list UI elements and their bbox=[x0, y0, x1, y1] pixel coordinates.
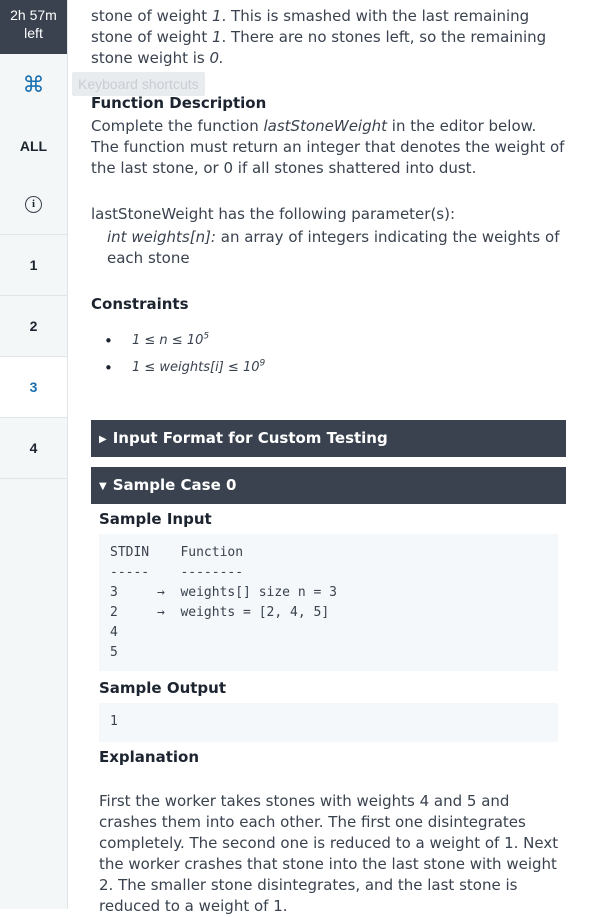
question-4-button[interactable]: 4 bbox=[0, 418, 67, 479]
keyboard-shortcuts-button[interactable]: ⌘ bbox=[0, 54, 67, 115]
question-3-button[interactable]: 3 bbox=[0, 357, 67, 418]
sample-input-heading: Sample Input bbox=[99, 510, 212, 528]
question-4-label: 4 bbox=[29, 440, 38, 456]
intro-value-3: 0 bbox=[209, 49, 220, 67]
sample-output-block: 1 bbox=[99, 703, 558, 742]
all-questions-label: ALL bbox=[19, 137, 48, 154]
constraint-2-exponent: 9 bbox=[259, 359, 266, 369]
question-navigation-rail: 2h 57m left ⌘ ALL i 1 2 3 4 bbox=[0, 0, 68, 909]
sample-case-label: Sample Case 0 bbox=[112, 476, 237, 494]
parameters-intro: lastStoneWeight has the following parame… bbox=[91, 205, 456, 223]
constraints-heading: Constraints bbox=[91, 295, 189, 313]
constraint-item: 1 ≤ weights[i] ≤ 109 bbox=[104, 359, 266, 377]
function-description: Complete the function lastStoneWeight in… bbox=[91, 116, 566, 179]
input-format-accordion[interactable]: ▶ Input Format for Custom Testing bbox=[91, 420, 566, 457]
all-questions-button[interactable]: ALL bbox=[0, 115, 67, 176]
code-line: 3 → weights[] size n = 3 bbox=[110, 585, 337, 600]
constraint-item: 1 ≤ n ≤ 105 bbox=[104, 332, 210, 350]
sample-input-block: STDIN Function ----- -------- 3 → weight… bbox=[99, 534, 558, 671]
question-2-label: 2 bbox=[29, 318, 38, 334]
intro-text-1: stone of weight bbox=[91, 7, 212, 25]
command-key-icon: ⌘ bbox=[22, 71, 45, 97]
code-line: 1 bbox=[110, 714, 118, 729]
intro-value-1: 1 bbox=[211, 7, 222, 25]
time-remaining: 2h 57m left bbox=[0, 0, 67, 54]
parameter-item: int weights[n]: an array of integers ind… bbox=[91, 227, 566, 269]
constraint-1-text: 1 ≤ n ≤ 10 bbox=[132, 333, 204, 349]
info-button[interactable]: i bbox=[0, 174, 67, 235]
problem-intro: stone of weight 1. This is smashed with … bbox=[91, 6, 566, 69]
code-line: STDIN Function bbox=[110, 545, 244, 560]
constraint-2-text: 1 ≤ weights[i] ≤ 10 bbox=[132, 360, 260, 376]
function-description-heading: Function Description bbox=[91, 94, 267, 112]
question-3-label: 3 bbox=[29, 379, 38, 395]
time-remaining-suffix: left bbox=[24, 25, 43, 41]
time-remaining-value: 2h 57m bbox=[10, 7, 57, 23]
parameter-name: int weights[n]: bbox=[107, 228, 216, 246]
intro-value-2: 1 bbox=[211, 28, 222, 46]
question-1-label: 1 bbox=[29, 257, 38, 273]
code-line: 2 → weights = [2, 4, 5] bbox=[110, 605, 330, 620]
sample-case-0-accordion[interactable]: ▼ Sample Case 0 bbox=[91, 467, 566, 504]
code-line: 5 bbox=[110, 645, 118, 660]
caret-right-icon: ▶ bbox=[99, 434, 107, 445]
intro-text-2: weight bbox=[156, 28, 212, 46]
explanation-heading: Explanation bbox=[99, 748, 200, 766]
sample-output-heading: Sample Output bbox=[99, 679, 227, 697]
caret-down-icon: ▼ bbox=[99, 481, 107, 492]
info-icon: i bbox=[25, 195, 42, 213]
explanation-text: First the worker takes stones with weigh… bbox=[99, 792, 559, 915]
function-name: lastStoneWeight bbox=[263, 117, 388, 135]
question-2-button[interactable]: 2 bbox=[0, 296, 67, 357]
func-desc-text-1: Complete the function bbox=[91, 117, 264, 135]
code-line: 4 bbox=[110, 625, 118, 640]
input-format-label: Input Format for Custom Testing bbox=[112, 429, 388, 447]
code-line: ----- -------- bbox=[110, 565, 244, 580]
constraint-1-exponent: 5 bbox=[203, 332, 210, 342]
question-1-button[interactable]: 1 bbox=[0, 235, 67, 296]
intro-end: . bbox=[219, 49, 224, 67]
